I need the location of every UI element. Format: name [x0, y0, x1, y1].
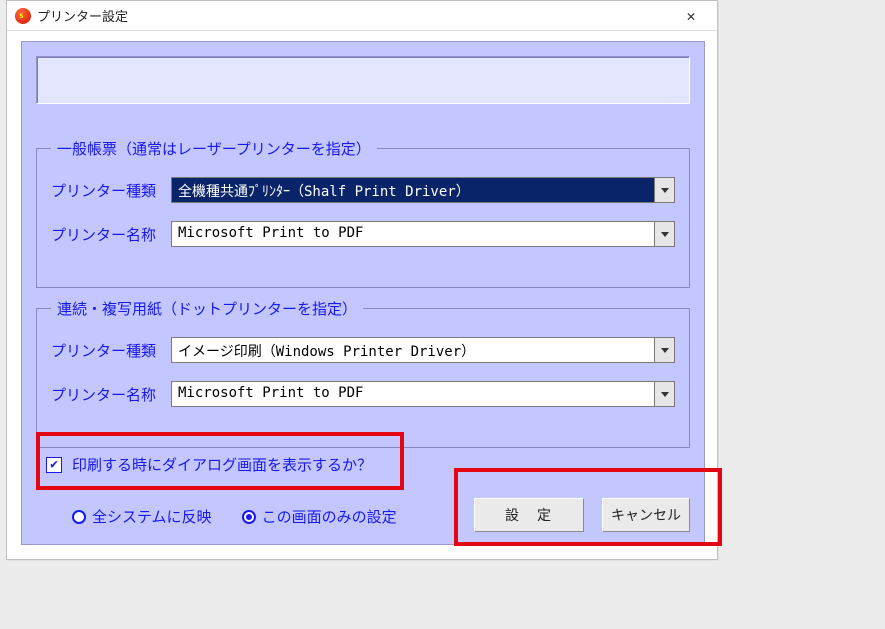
button-label: キャンセル	[611, 505, 681, 525]
radio-scope-group: 全システムに反映 この画面のみの設定	[72, 506, 397, 527]
radio-indicator	[72, 510, 86, 524]
label-printer-name-1: プリンター名称	[51, 224, 171, 245]
radio-indicator	[242, 510, 256, 524]
check-icon: ✔	[50, 457, 58, 472]
radio-label-all: 全システムに反映	[92, 506, 212, 527]
dropdown-value: Microsoft Print to PDF	[172, 382, 654, 406]
label-printer-type-1: プリンター種類	[51, 180, 171, 201]
row-printer-name-1: プリンター名称 Microsoft Print to PDF	[51, 221, 675, 247]
dropdown-printer-name-1[interactable]: Microsoft Print to PDF	[171, 221, 675, 247]
dropdown-value: イメージ印刷（Windows Printer Driver）	[172, 338, 654, 362]
checkbox-show-dialog[interactable]: ✔	[46, 457, 62, 473]
chevron-down-icon[interactable]	[654, 338, 674, 362]
group-continuous-forms: 連続・複写用紙（ドットプリンターを指定） プリンター種類 イメージ印刷（Wind…	[36, 298, 690, 448]
printer-settings-window: プリンター設定 ✕ 一般帳票（通常はレーザープリンターを指定） プリンター種類 …	[6, 0, 718, 560]
title-bar: プリンター設定 ✕	[7, 1, 717, 31]
radio-all-systems[interactable]: 全システムに反映	[72, 506, 212, 527]
checkbox-label: 印刷する時にダイアログ画面を表示するか？	[72, 454, 372, 475]
dropdown-value: Microsoft Print to PDF	[172, 222, 654, 246]
header-banner	[36, 56, 690, 104]
dropdown-printer-type-1[interactable]: 全機種共通ﾌﾟﾘﾝﾀｰ（Shalf Print Driver）	[171, 177, 675, 203]
client-area: 一般帳票（通常はレーザープリンターを指定） プリンター種類 全機種共通ﾌﾟﾘﾝﾀ…	[21, 41, 705, 545]
dropdown-value: 全機種共通ﾌﾟﾘﾝﾀｰ（Shalf Print Driver）	[172, 178, 654, 202]
chevron-down-icon[interactable]	[654, 178, 674, 202]
apply-button[interactable]: 設 定	[474, 498, 584, 532]
app-icon	[15, 8, 31, 24]
row-printer-type-1: プリンター種類 全機種共通ﾌﾟﾘﾝﾀｰ（Shalf Print Driver）	[51, 177, 675, 203]
checkbox-show-dialog-row[interactable]: ✔ 印刷する時にダイアログ画面を表示するか？	[46, 454, 372, 475]
group-general-forms: 一般帳票（通常はレーザープリンターを指定） プリンター種類 全機種共通ﾌﾟﾘﾝﾀ…	[36, 138, 690, 288]
row-printer-name-2: プリンター名称 Microsoft Print to PDF	[51, 381, 675, 407]
cancel-button[interactable]: キャンセル	[602, 498, 690, 532]
label-printer-type-2: プリンター種類	[51, 340, 171, 361]
group-continuous-legend: 連続・複写用紙（ドットプリンターを指定）	[51, 298, 363, 319]
dropdown-printer-name-2[interactable]: Microsoft Print to PDF	[171, 381, 675, 407]
radio-this-screen[interactable]: この画面のみの設定	[242, 506, 397, 527]
radio-label-this: この画面のみの設定	[262, 506, 397, 527]
chevron-down-icon[interactable]	[654, 222, 674, 246]
close-button[interactable]: ✕	[673, 4, 709, 28]
close-icon: ✕	[686, 7, 695, 25]
chevron-down-icon[interactable]	[654, 382, 674, 406]
window-title: プリンター設定	[37, 6, 128, 25]
label-printer-name-2: プリンター名称	[51, 384, 171, 405]
row-printer-type-2: プリンター種類 イメージ印刷（Windows Printer Driver）	[51, 337, 675, 363]
group-general-legend: 一般帳票（通常はレーザープリンターを指定）	[51, 138, 377, 159]
button-label: 設 定	[505, 505, 553, 525]
dropdown-printer-type-2[interactable]: イメージ印刷（Windows Printer Driver）	[171, 337, 675, 363]
